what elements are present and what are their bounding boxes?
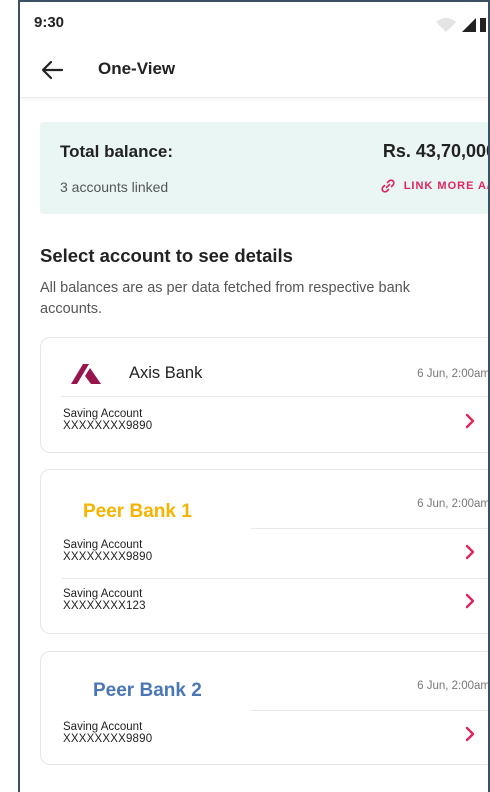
total-balance-label: Total balance: [60,142,174,161]
fetch-timestamp: 6 Jun, 2:00am [417,498,490,510]
bank-name: Peer Bank 1 [83,501,192,522]
divider [61,396,488,397]
chevron-right-icon [465,413,475,429]
arrow-left-icon[interactable] [38,56,66,84]
section-description: All balances are as per data fetched fro… [40,280,410,317]
phone-screen: 9:30 One-View Total balance: Rs. 43,70,0… [18,0,490,792]
link-more-accounts-button[interactable]: LINK MORE A/C [380,178,488,194]
account-row[interactable]: Saving Account XXXXXXXX123 [63,588,483,618]
divider [251,528,488,529]
account-row[interactable]: Saving Account XXXXXXXX9890 [63,721,483,751]
link-icon [381,179,395,193]
account-row[interactable]: Saving Account XXXXXXXX9890 [63,408,483,438]
signal-icon [436,18,486,32]
account-row[interactable]: Saving Account XXXXXXXX9890 [63,539,483,569]
fetch-timestamp: 6 Jun, 2:00am [417,368,490,380]
account-type: Saving Account [63,721,143,733]
app-bar: One-View [20,42,488,98]
status-time: 9:30 [34,14,65,31]
balance-summary-card: Total balance: Rs. 43,70,000 3 accounts … [40,122,490,214]
axis-bank-logo [71,364,101,384]
bank-name: Axis Bank [129,364,203,382]
account-type: Saving Account [63,588,143,600]
account-type: Saving Account [63,408,143,420]
account-number: XXXXXXXX123 [63,600,146,612]
divider [61,578,488,579]
status-bar: 9:30 [20,2,488,42]
bank-card-peer-2: Peer Bank 2 6 Jun, 2:00am Saving Account… [40,651,490,765]
account-type: Saving Account [63,539,143,551]
account-number: XXXXXXXX9890 [63,551,153,563]
account-number: XXXXXXXX9890 [63,733,153,745]
account-number: XXXXXXXX9890 [63,420,153,432]
chevron-right-icon [465,544,475,560]
accounts-linked-text: 3 accounts linked [60,179,169,195]
section-title: Select account to see details [40,245,293,266]
link-more-label: LINK MORE A/C [403,180,488,192]
bank-card-axis: Axis Bank 6 Jun, 2:00am Saving Account X… [40,337,490,453]
total-balance-value: Rs. 43,70,000 [382,141,490,161]
bank-name: Peer Bank 2 [93,680,202,701]
divider [251,710,488,711]
page-title: One-View [98,59,176,78]
fetch-timestamp: 6 Jun, 2:00am [417,680,490,692]
chevron-right-icon [465,593,475,609]
bank-card-peer-1: Peer Bank 1 6 Jun, 2:00am Saving Account… [40,469,490,634]
chevron-right-icon [465,726,475,742]
